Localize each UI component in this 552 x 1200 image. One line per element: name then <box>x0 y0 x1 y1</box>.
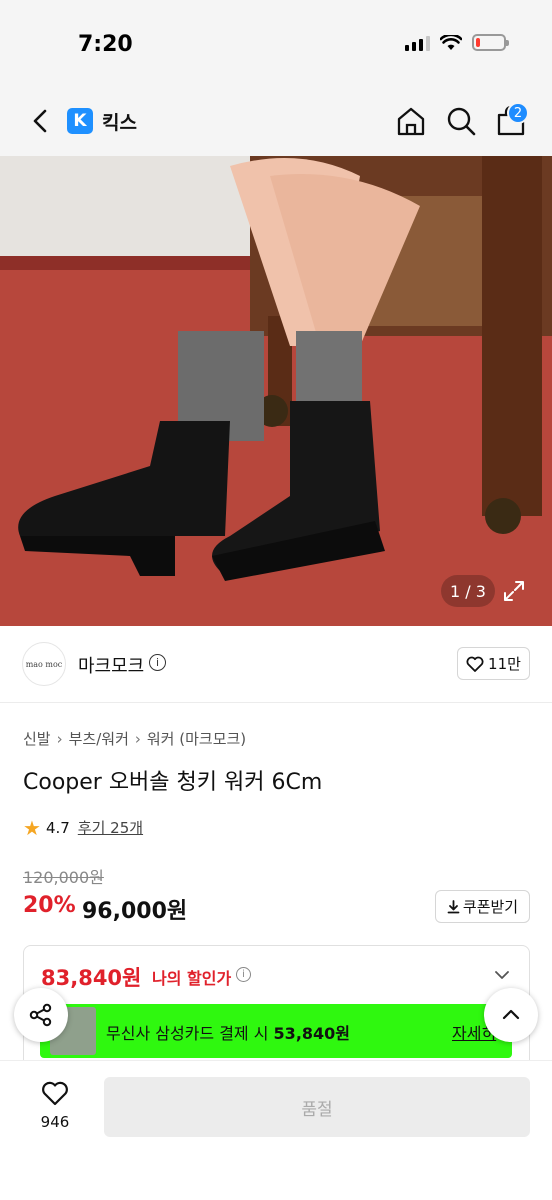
signal-icon <box>405 35 430 51</box>
app-title: 킥스 <box>102 112 137 134</box>
card-promo-prefix: 무신사 삼성카드 결제 시 <box>106 1024 274 1043</box>
product-title: Cooper 오버솔 청키 워커 6Cm <box>23 770 323 795</box>
star-icon: ★ <box>23 815 41 840</box>
soldout-button[interactable]: 품절 <box>104 1077 530 1137</box>
card-promo-text: 무신사 삼성카드 결제 시 53,840원 <box>106 1020 350 1044</box>
my-discount-label: 나의 할인가 <box>152 969 232 988</box>
info-icon[interactable]: i <box>236 967 251 982</box>
sale-price: 96,000원 <box>82 899 188 924</box>
original-price: 120,000원 <box>23 868 104 887</box>
nav-bar: K 킥스 <box>0 90 552 156</box>
heart-icon[interactable] <box>41 1079 69 1107</box>
coupon-label: 쿠폰받기 <box>462 898 519 916</box>
download-icon <box>447 899 460 913</box>
home-icon[interactable] <box>394 104 428 138</box>
brand-logo[interactable]: mao moc <box>22 642 66 686</box>
share-button[interactable] <box>14 988 68 1042</box>
product-image[interactable] <box>0 156 552 626</box>
info-icon[interactable]: i <box>149 654 166 671</box>
breadcrumb-item[interactable]: 부츠/워커 <box>69 728 129 749</box>
battery-icon <box>472 34 509 51</box>
chevron-down-icon[interactable] <box>493 966 511 984</box>
back-chevron-icon[interactable] <box>26 106 56 136</box>
share-icon <box>29 1003 52 1027</box>
brand-like-count: 11만 <box>488 655 521 673</box>
my-discount-price: 83,840원 <box>41 966 142 990</box>
cart-count-badge: 2 <box>507 102 529 124</box>
app-logo: K <box>67 108 93 134</box>
product-photo <box>0 156 552 626</box>
brand-name[interactable]: 마크모크 <box>78 652 144 678</box>
status-bar: 7:20 <box>0 0 552 90</box>
chevron-right-icon: › <box>56 729 63 748</box>
wish-count: 946 <box>40 1113 70 1131</box>
rating-value: 4.7 <box>45 818 70 837</box>
search-icon[interactable] <box>444 104 478 138</box>
card-promo-price: 53,840원 <box>273 1024 351 1043</box>
chevron-up-icon <box>502 1009 520 1020</box>
status-time: 7:20 <box>78 32 133 57</box>
breadcrumb-item[interactable]: 신발 <box>23 728 51 749</box>
rating-row: ★ 4.7 후기 25개 <box>23 817 143 838</box>
heart-icon <box>466 656 484 672</box>
brand-row: mao moc 마크모크 i 11만 <box>0 626 552 703</box>
breadcrumb-item[interactable]: 워커 (마크모크) <box>147 728 246 749</box>
card-promo-banner[interactable]: 무신사 삼성카드 결제 시 53,840원 자세히 <box>40 1004 512 1058</box>
scroll-top-button[interactable] <box>484 988 538 1042</box>
chevron-right-icon: › <box>134 729 141 748</box>
expand-icon[interactable] <box>500 577 528 605</box>
breadcrumb: 신발 › 부츠/워커 › 워커 (마크모크) <box>23 728 246 749</box>
brand-like-button[interactable]: 11만 <box>457 647 530 680</box>
coupon-button[interactable]: 쿠폰받기 <box>435 890 530 923</box>
bottom-action-bar: 946 품절 <box>0 1060 552 1200</box>
discount-rate: 20% <box>23 893 76 918</box>
review-link[interactable]: 후기 25개 <box>78 817 143 838</box>
status-indicators <box>405 34 509 51</box>
image-counter: 1 / 3 <box>441 575 495 607</box>
wifi-icon <box>440 34 462 50</box>
